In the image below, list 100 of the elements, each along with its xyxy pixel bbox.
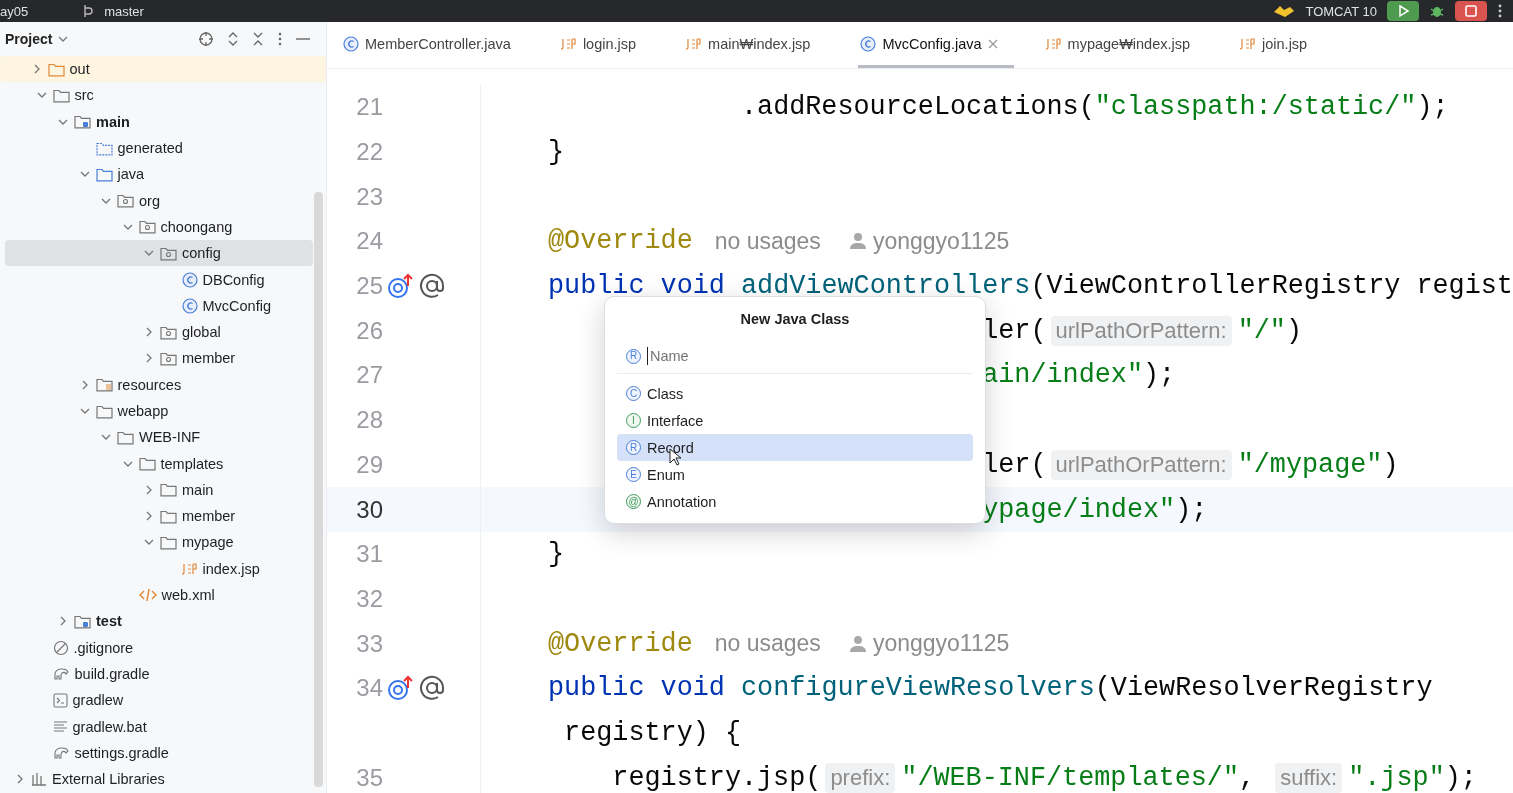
text-file-icon <box>52 720 68 733</box>
code-text: ) <box>1382 449 1399 480</box>
usage-count: no usages <box>714 227 821 255</box>
tree-item[interactable]: member <box>5 345 313 372</box>
tree-item[interactable]: gradlew <box>5 687 313 714</box>
tree-item[interactable]: templates <box>5 450 313 477</box>
string-literal: ".jsp" <box>1348 762 1445 793</box>
more-icon[interactable] <box>1497 3 1503 19</box>
keyword: public void <box>548 271 726 302</box>
editor-tab[interactable]: login.jsp <box>558 22 671 68</box>
folder-icon <box>95 166 113 182</box>
usage-count: no usages <box>714 630 821 658</box>
chevron-icon[interactable] <box>15 774 25 785</box>
tree-item[interactable]: generated <box>5 134 313 162</box>
line-number: 23 <box>355 182 383 211</box>
tree-item[interactable]: src <box>5 82 313 109</box>
branch-icon <box>82 4 95 18</box>
tree-item[interactable]: mypage <box>5 529 313 556</box>
tree-item[interactable]: main <box>5 476 313 504</box>
jsp-file-icon <box>560 36 577 51</box>
editor-tab[interactable]: mypage₩index.jsp <box>1043 22 1225 68</box>
folder-icon <box>160 535 177 550</box>
gradle-icon <box>52 666 70 681</box>
tree-item[interactable]: web.xml <box>5 581 313 609</box>
override-icon[interactable] <box>387 273 415 300</box>
chevron-icon[interactable] <box>58 616 68 627</box>
keyword: public void <box>548 673 726 704</box>
folder-icon <box>95 140 113 156</box>
chevron-icon[interactable] <box>144 511 154 522</box>
editor-tab[interactable]: main₩index.jsp <box>684 22 845 68</box>
editor-tab[interactable]: join.jsp <box>1238 22 1342 68</box>
name-input-field[interactable]: Name <box>647 347 852 365</box>
chevron-icon[interactable] <box>79 406 90 416</box>
tree-item[interactable]: WEB-INF <box>5 424 313 451</box>
tree-item[interactable]: External Libraries <box>5 766 313 793</box>
more-icon[interactable] <box>277 31 283 47</box>
run-button[interactable] <box>1387 1 1419 21</box>
class-type-option[interactable]: R Record <box>617 434 973 461</box>
minimize-icon[interactable] <box>296 37 310 41</box>
collapse-icon[interactable] <box>252 31 264 47</box>
class-icon <box>181 271 198 288</box>
line-number: 25 <box>355 272 383 301</box>
tree-item[interactable]: test <box>5 608 313 635</box>
chevron-icon[interactable] <box>144 353 154 364</box>
line-number: 24 <box>355 227 383 256</box>
package-icon <box>160 245 177 261</box>
tree-item[interactable]: index.jsp <box>5 555 313 582</box>
chevron-icon[interactable] <box>144 484 154 495</box>
panel-title[interactable]: Project <box>5 31 53 47</box>
tree-item[interactable]: org <box>5 187 313 214</box>
locate-icon[interactable] <box>198 31 214 47</box>
tree-item[interactable]: webapp <box>5 397 313 425</box>
tree-item[interactable]: global <box>5 318 313 346</box>
editor-tab[interactable]: MemberController.java <box>341 22 545 68</box>
folder-icon <box>138 456 156 472</box>
stop-button[interactable] <box>1455 1 1487 21</box>
expand-icon[interactable] <box>227 31 239 47</box>
tree-item[interactable]: config <box>5 240 313 267</box>
ignore-file-icon <box>52 639 69 656</box>
class-type-option[interactable]: E Enum <box>617 461 973 488</box>
folder-icon <box>95 377 113 393</box>
line-number: 21 <box>355 93 383 122</box>
scrollbar[interactable] <box>314 192 323 787</box>
code-text: registry.jsp( <box>612 762 822 793</box>
class-type-option[interactable]: @ Annotation <box>617 488 973 515</box>
code-text: ); <box>1444 762 1477 793</box>
tree-item[interactable]: choongang <box>5 213 313 241</box>
override-icon[interactable] <box>387 675 415 702</box>
tree-item[interactable]: settings.gradle <box>5 739 313 766</box>
string-literal: "/mypage" <box>1237 449 1383 480</box>
chevron-down-icon[interactable] <box>58 35 69 43</box>
stop-icon <box>1464 4 1478 18</box>
editor-tab[interactable]: MvcConfig.java <box>858 22 1014 68</box>
chevron-icon[interactable] <box>144 327 154 338</box>
run-configuration[interactable]: TOMCAT 10 <box>1305 3 1377 19</box>
branch-name[interactable]: master <box>104 3 144 19</box>
close-icon[interactable] <box>987 38 998 49</box>
line-number: 28 <box>355 406 383 435</box>
tree-item[interactable]: DBConfig <box>5 266 313 293</box>
project-name[interactable]: ay05 <box>0 3 29 19</box>
class-type-option[interactable]: C Class <box>617 380 973 407</box>
type-icon: R <box>626 440 641 455</box>
string-literal: ypage/index" <box>982 494 1176 525</box>
tree-item[interactable]: member <box>5 503 313 530</box>
code-text: (ViewResolverRegistry <box>1094 673 1433 704</box>
tree-item[interactable]: resources <box>5 371 313 398</box>
tree-item[interactable]: MvcConfig <box>5 292 313 319</box>
tree-item[interactable]: gradlew.bat <box>5 713 313 740</box>
person-icon <box>848 634 867 653</box>
code-text: ler( <box>982 449 1047 480</box>
jsp-file-icon <box>686 36 703 51</box>
method-name: addViewControllers <box>741 271 1031 302</box>
tree-item[interactable]: main <box>5 108 313 135</box>
tree-item[interactable]: .gitignore <box>5 634 313 661</box>
tree-item[interactable]: build.gradle <box>5 660 313 688</box>
code-text: } <box>548 539 565 570</box>
class-icon <box>860 35 877 52</box>
class-type-option[interactable]: I Interface <box>617 407 973 434</box>
tree-item[interactable]: java <box>5 161 313 188</box>
tree-item[interactable]: out <box>0 56 326 83</box>
